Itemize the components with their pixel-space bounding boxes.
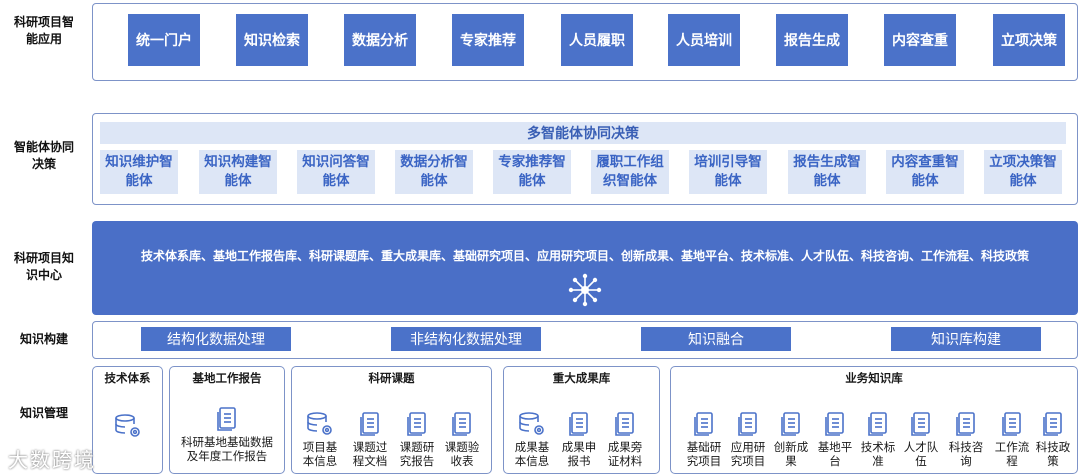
row-label-apps: 科研项目智 能应用: [13, 15, 74, 46]
watermark: 大数跨境: [8, 448, 96, 472]
agent-knowledge-maintain[interactable]: 知识维护智 能体: [100, 150, 178, 194]
list-item[interactable]: 课题过 程文档: [347, 411, 393, 468]
list-item[interactable]: 项目基 本信息: [297, 411, 343, 468]
list-item[interactable]: 技术标准: [856, 411, 900, 468]
group-title: 重大成果库: [552, 371, 611, 385]
list-item[interactable]: 成果基 本信息: [509, 411, 555, 468]
list-item[interactable]: 科技政策: [1031, 411, 1075, 468]
group-title: 技术体系: [104, 371, 151, 385]
document-icon: [868, 412, 887, 436]
list-item[interactable]: 创新成果: [769, 411, 813, 468]
agent-knowledge-qa[interactable]: 知识问答智 能体: [297, 150, 375, 194]
list-item[interactable]: 工作流程: [989, 411, 1035, 468]
document-icon: [781, 412, 800, 436]
list-item[interactable]: 成果申 报书: [556, 411, 602, 468]
app-button-report[interactable]: 报告生成: [776, 14, 848, 66]
app-button-expert[interactable]: 专家推荐: [452, 14, 524, 66]
list-item[interactable]: 基地平台: [813, 411, 857, 468]
knowledge-center-text: 技术体系库、基地工作报告库、科研课题库、重大成果库、基础研究项目、应用研究项目、…: [140, 249, 1029, 263]
agent-project-decision[interactable]: 立项决策智 能体: [984, 150, 1062, 194]
network-hub-icon: [568, 273, 602, 307]
app-button-duty[interactable]: 人员履职: [561, 14, 633, 66]
step-kb-build[interactable]: 知识库构建: [891, 327, 1041, 351]
list-item[interactable]: 课题验 收表: [439, 411, 485, 468]
document-icon: [569, 412, 588, 436]
document-icon: [911, 412, 930, 436]
row-label-center: 科研项目知 识中心: [13, 251, 74, 282]
agent-knowledge-build[interactable]: 知识构建智 能体: [199, 150, 277, 194]
list-item[interactable]: 课题研 究报告: [393, 411, 441, 468]
document-icon: [956, 412, 975, 436]
agent-data-analysis[interactable]: 数据分析智 能体: [395, 150, 473, 194]
agent-duty-organize[interactable]: 履职工作组 织智能体: [591, 150, 669, 194]
list-item[interactable]: 应用研 究项目: [726, 411, 770, 468]
app-button-decision[interactable]: 立项决策: [993, 14, 1065, 66]
agent-report-generate[interactable]: 报告生成智 能体: [788, 150, 866, 194]
knowledge-center: 技术体系库、基地工作报告库、科研课题库、重大成果库、基础研究项目、应用研究项目、…: [92, 221, 1078, 315]
row-label-agents: 智能体协同 决策: [13, 140, 74, 171]
group-title: 基地工作报告: [192, 371, 262, 385]
list-item[interactable]: 基础研 究项目: [682, 411, 726, 468]
list-item[interactable]: 成果旁 证材料: [601, 411, 649, 468]
document-icon: [1002, 412, 1021, 436]
agent-expert-recommend[interactable]: 专家推荐智 能体: [493, 150, 571, 194]
document-icon: [615, 412, 634, 436]
document-icon: [825, 412, 844, 436]
document-icon: [738, 412, 757, 436]
database-gear-icon: [115, 414, 140, 437]
step-structured-processing[interactable]: 结构化数据处理: [141, 327, 291, 351]
database-gear-icon: [519, 412, 544, 435]
step-knowledge-fusion[interactable]: 知识融合: [641, 327, 791, 351]
list-item[interactable]: 科技咨询: [943, 411, 989, 468]
row-label-build: 知识构建: [19, 332, 68, 346]
document-icon: [407, 412, 426, 436]
document-icon: [1043, 412, 1062, 436]
row-label-manage: 知识管理: [19, 406, 68, 420]
document-icon: [694, 412, 713, 436]
document-icon: [217, 407, 236, 431]
document-icon: [360, 412, 379, 436]
list-item[interactable]: 科研基地基础数据 及年度工作报告: [169, 406, 285, 463]
document-icon: [452, 412, 471, 436]
app-button-dedup[interactable]: 内容查重: [884, 14, 956, 66]
agent-content-dedup[interactable]: 内容查重智 能体: [886, 150, 964, 194]
group-title: 科研课题: [368, 371, 415, 385]
app-button-portal[interactable]: 统一门户: [128, 14, 200, 66]
app-button-training[interactable]: 人员培训: [668, 14, 740, 66]
agents-banner: 多智能体协同决策: [100, 122, 1066, 144]
database-gear-icon: [307, 412, 332, 435]
group-title: 业务知识库: [845, 371, 903, 385]
agent-training-guide[interactable]: 培训引导智 能体: [689, 150, 767, 194]
app-button-analysis[interactable]: 数据分析: [344, 14, 416, 66]
list-item[interactable]: 人才队伍: [899, 411, 943, 468]
app-button-search[interactable]: 知识检索: [236, 14, 308, 66]
step-unstructured-processing[interactable]: 非结构化数据处理: [391, 327, 541, 351]
